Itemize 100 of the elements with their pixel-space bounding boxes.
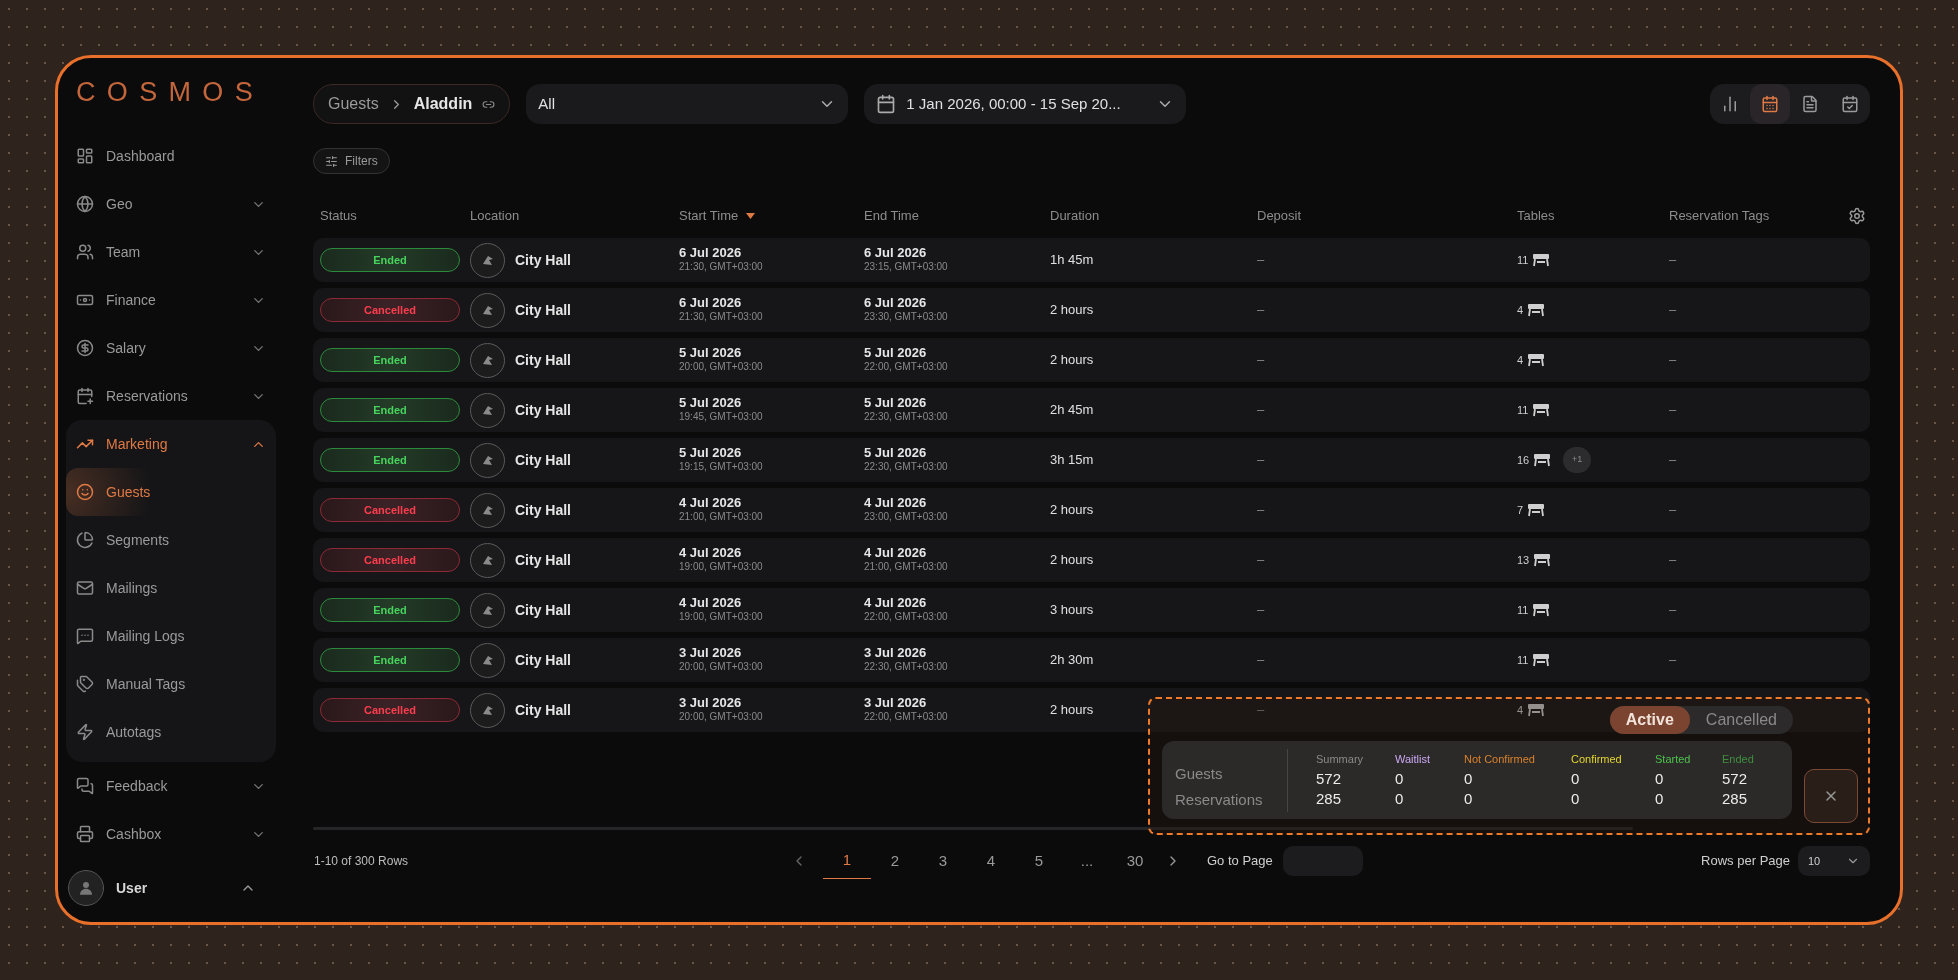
rows-per-page-select[interactable]: 10 <box>1798 846 1870 876</box>
sidebar-item[interactable]: Finance <box>66 276 276 324</box>
sidebar-item[interactable]: Feedback <box>66 762 276 810</box>
table-icon <box>1532 403 1551 417</box>
table-cell-text: 1h 45m <box>1050 251 1094 270</box>
sidebar-item[interactable]: Cashbox <box>66 810 276 858</box>
stat-value: 0 <box>1655 769 1665 790</box>
nav-icon <box>76 723 94 741</box>
view-icon <box>1721 95 1739 113</box>
sidebar-item[interactable]: Manual Tags <box>66 660 276 708</box>
time-text: 22:30, GMT+03:00 <box>864 460 949 474</box>
table-cell-text: – <box>1669 601 1677 620</box>
date-text: 4 Jul 2026 <box>679 496 743 510</box>
sidebar-item[interactable]: Mailings <box>66 564 276 612</box>
table-row[interactable]: Ended City Hall 5 Jul 2026 19:15, GMT+03:00 5 Jul 2026 22:30, GMT+03:00 3h 15m – 16 +1 – <box>313 438 1870 482</box>
table-cell-text: – <box>1257 251 1265 270</box>
table-row[interactable]: Cancelled City Hall 4 Jul 2026 19:00, GMT+03:00 4 Jul 2026 21:00, GMT+03:00 2 hours – 13 – <box>313 538 1870 582</box>
sidebar-item[interactable]: Geo <box>66 180 276 228</box>
view-icon <box>1801 95 1819 113</box>
more-badge: +1 <box>1563 447 1592 473</box>
table-row[interactable]: Ended City Hall 3 Jul 2026 20:00, GMT+03:00 3 Jul 2026 22:30, GMT+03:00 2h 30m – 11 – <box>313 638 1870 682</box>
status-badge: Ended <box>320 448 460 472</box>
filters-button[interactable]: Filters <box>313 148 390 174</box>
logo: COSMOS <box>75 75 266 109</box>
time-text: 23:15, GMT+03:00 <box>864 260 949 274</box>
column-header[interactable]: Tables <box>1517 206 1555 226</box>
table-cell-text: City Hall <box>515 600 571 620</box>
time-text: 22:00, GMT+03:00 <box>864 610 949 624</box>
time-text: 23:30, GMT+03:00 <box>864 310 949 324</box>
sidebar-item[interactable]: Team <box>66 228 276 276</box>
column-header[interactable]: Reservation Tags <box>1669 206 1770 226</box>
column-header[interactable]: Location <box>470 206 520 226</box>
table-row[interactable]: Cancelled City Hall 6 Jul 2026 21:30, GMT+03:00 6 Jul 2026 23:30, GMT+03:00 2 hours – 4 – <box>313 288 1870 332</box>
page-button[interactable]: 3 <box>919 843 967 879</box>
table-cell-text: – <box>1257 701 1265 720</box>
toggle-tab[interactable]: Active <box>1609 706 1690 734</box>
location-logo <box>470 492 505 528</box>
avatar <box>68 870 104 906</box>
table-row[interactable]: Cancelled City Hall 4 Jul 2026 21:00, GMT+03:00 4 Jul 2026 23:00, GMT+03:00 2 hours – 7 – <box>313 488 1870 532</box>
table-cell-text: 3h 15m <box>1050 451 1094 470</box>
view-button[interactable] <box>1750 84 1790 124</box>
table-icon <box>1532 603 1551 617</box>
close-button[interactable] <box>1804 769 1858 823</box>
table-icon <box>1527 503 1546 517</box>
table-cell-text: 2 hours <box>1050 301 1094 320</box>
page-button[interactable]: 2 <box>871 843 919 879</box>
table-cell-text: City Hall <box>515 350 571 370</box>
column-header[interactable]: End Time <box>864 206 919 226</box>
breadcrumb-link[interactable]: Guests <box>328 92 379 116</box>
date-text: 6 Jul 2026 <box>679 296 743 310</box>
nav-icon <box>76 147 94 165</box>
toggle-tab[interactable]: Cancelled <box>1689 706 1793 734</box>
time-text: 19:00, GMT+03:00 <box>679 560 764 574</box>
date-text: 4 Jul 2026 <box>864 496 928 510</box>
location-logo <box>470 542 505 578</box>
time-text: 22:30, GMT+03:00 <box>864 660 949 674</box>
location-logo <box>470 642 505 678</box>
column-header[interactable]: Status <box>320 206 357 226</box>
table-row[interactable]: Ended City Hall 6 Jul 2026 21:30, GMT+03:00 6 Jul 2026 23:15, GMT+03:00 1h 45m – 11 – <box>313 238 1870 282</box>
date-text: 4 Jul 2026 <box>864 546 928 560</box>
sidebar-item[interactable]: Dashboard <box>66 132 276 180</box>
sidebar-item[interactable]: Mailing Logs <box>66 612 276 660</box>
status-badge: Cancelled <box>320 548 460 572</box>
sidebar-item[interactable]: Reservations <box>66 372 276 420</box>
user-menu[interactable]: User <box>66 864 276 912</box>
status-badge: Ended <box>320 348 460 372</box>
location-select[interactable]: All <box>526 84 849 124</box>
nav-icon <box>76 195 94 213</box>
table-cell-text: City Hall <box>515 400 571 420</box>
table-row[interactable]: Ended City Hall 5 Jul 2026 20:00, GMT+03:00 5 Jul 2026 22:00, GMT+03:00 2 hours – 4 – <box>313 338 1870 382</box>
page-button[interactable]: 1 <box>823 843 871 879</box>
page-button[interactable]: 5 <box>1015 843 1063 879</box>
column-header[interactable]: Duration <box>1050 206 1100 226</box>
table-row[interactable]: Ended City Hall 5 Jul 2026 19:45, GMT+03:00 5 Jul 2026 22:30, GMT+03:00 2h 45m – 11 – <box>313 388 1870 432</box>
date-text: 5 Jul 2026 <box>864 346 928 360</box>
location-logo <box>470 442 505 478</box>
column-header[interactable]: Deposit <box>1257 206 1302 226</box>
sidebar-item[interactable]: Autotags <box>66 708 276 756</box>
table-cell-text: – <box>1257 651 1265 670</box>
sidebar-item[interactable]: Segments <box>66 516 276 564</box>
table-cell-text: City Hall <box>515 550 571 570</box>
column-header[interactable]: Start Time <box>679 206 756 226</box>
table-row[interactable]: Ended City Hall 4 Jul 2026 19:00, GMT+03:00 4 Jul 2026 22:00, GMT+03:00 3 hours – 11 – <box>313 588 1870 632</box>
date-text: 3 Jul 2026 <box>864 696 928 710</box>
sort-icon <box>746 213 756 219</box>
date-range-picker[interactable]: 1 Jan 2026, 00:00 - 15 Sep 20... <box>864 84 1187 124</box>
page-button[interactable]: ... <box>1063 843 1111 879</box>
page-button[interactable]: 30 <box>1111 843 1159 879</box>
sidebar-item[interactable]: Marketing <box>66 420 276 468</box>
date-text: 5 Jul 2026 <box>679 396 743 410</box>
sidebar-item[interactable]: Salary <box>66 324 276 372</box>
stat-label: Reservations <box>1175 790 1264 810</box>
page-button[interactable]: 4 <box>967 843 1015 879</box>
date-text: 4 Jul 2026 <box>864 596 928 610</box>
time-text: 22:00, GMT+03:00 <box>864 360 949 374</box>
time-text: 22:00, GMT+03:00 <box>864 710 949 724</box>
stat-value: 0 <box>1571 789 1581 810</box>
table-cell-text: 2 hours <box>1050 351 1094 370</box>
status-badge: Ended <box>320 248 460 272</box>
table-cell-text: 7 <box>1517 502 1524 518</box>
